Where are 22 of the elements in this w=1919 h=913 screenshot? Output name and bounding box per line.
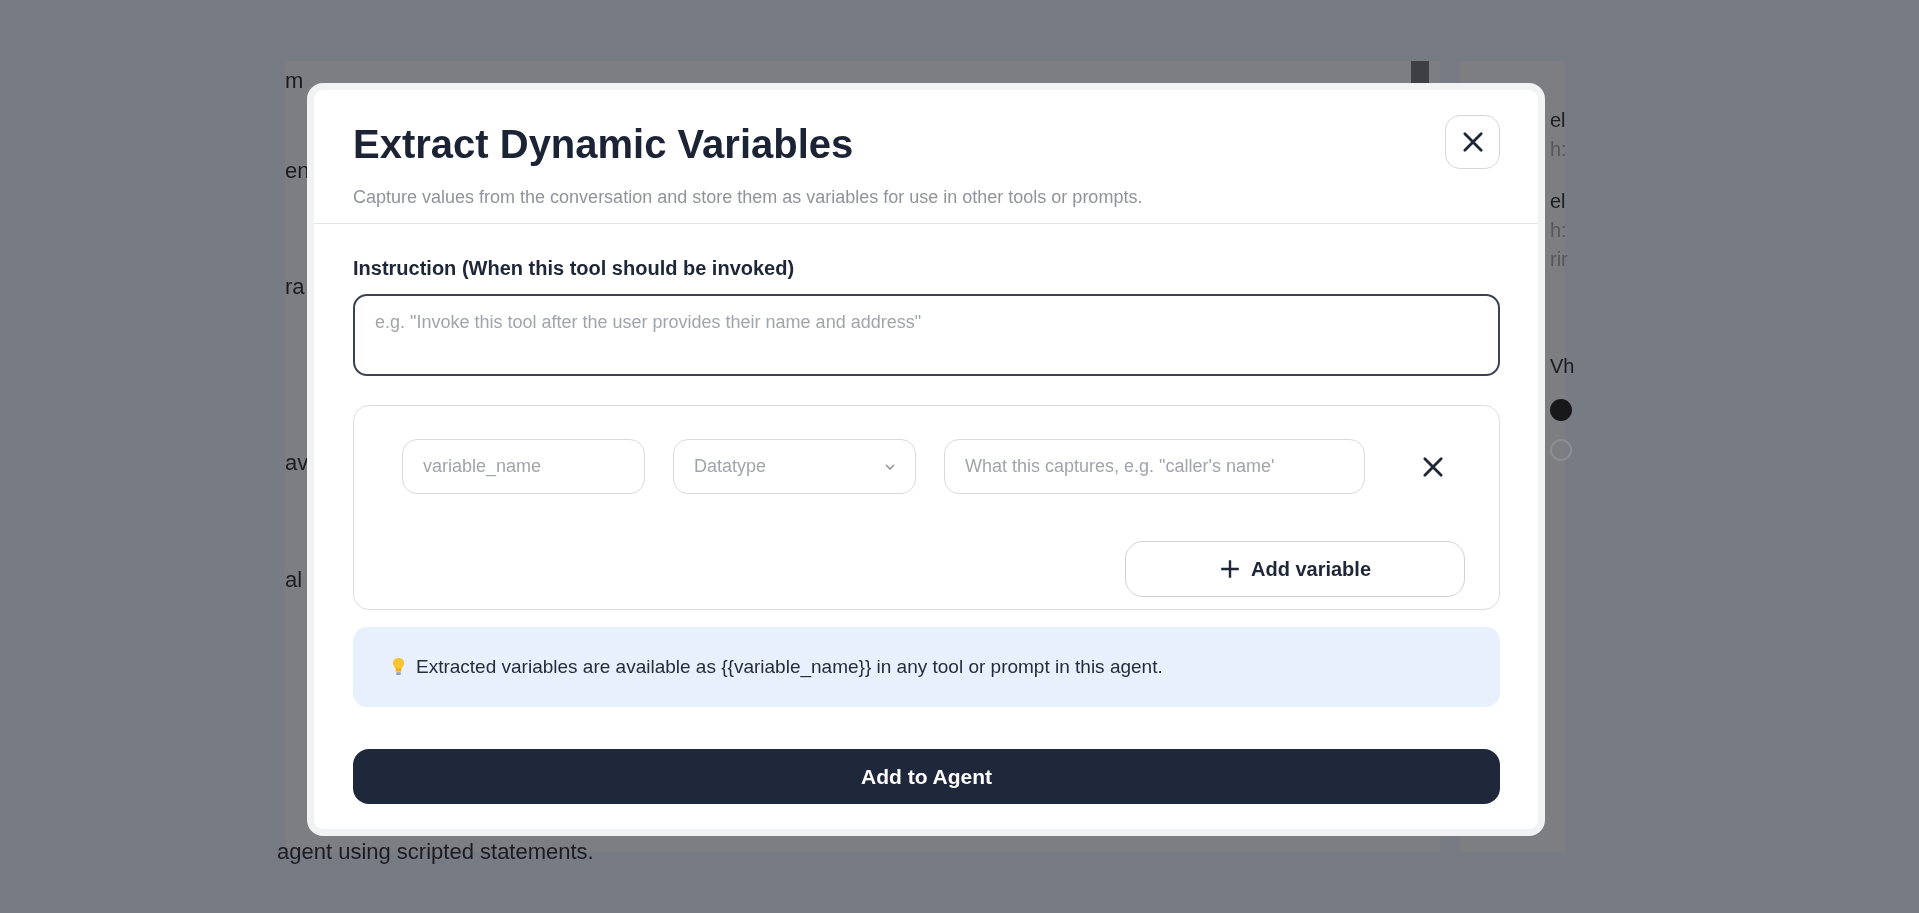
lightbulb-icon — [391, 656, 406, 678]
text-fragment: ra — [285, 274, 305, 301]
text-fragment: m — [285, 68, 304, 95]
plus-icon — [1218, 558, 1241, 580]
description-text: agent using scripted statements. — [277, 839, 594, 865]
text-fragment: el — [1550, 189, 1566, 214]
add-variable-button[interactable]: Add variable — [1125, 541, 1465, 597]
field-label: Instruction (When this tool should be invoked) — [353, 256, 796, 281]
text-fragment: al — [285, 567, 303, 594]
instruction-field[interactable]: e.g. "Invoke this tool after the user provides their name and address" — [353, 294, 1500, 376]
text-fragment: el — [1550, 108, 1566, 133]
dialog-subtitle: Capture values from the conversation and store them as variables for use in other tools or prompts. — [353, 186, 1143, 208]
variable-name-field[interactable]: variable_name — [402, 439, 645, 494]
radio-button[interactable] — [1550, 399, 1572, 421]
text-fragment: Vh — [1550, 354, 1575, 379]
info-text: Extracted variables are available as {{variable_name}} in any tool or prompt in this agent. — [416, 656, 1163, 678]
text-fragment: av — [285, 450, 309, 477]
close-button[interactable] — [1445, 115, 1500, 169]
dialog-title: Extract Dynamic Variables — [353, 121, 855, 168]
description-field[interactable]: What this captures, e.g. "caller's name' — [944, 439, 1365, 494]
chevron-icon — [885, 463, 895, 470]
add-to-agent-button[interactable]: Add to Agent — [353, 749, 1500, 804]
